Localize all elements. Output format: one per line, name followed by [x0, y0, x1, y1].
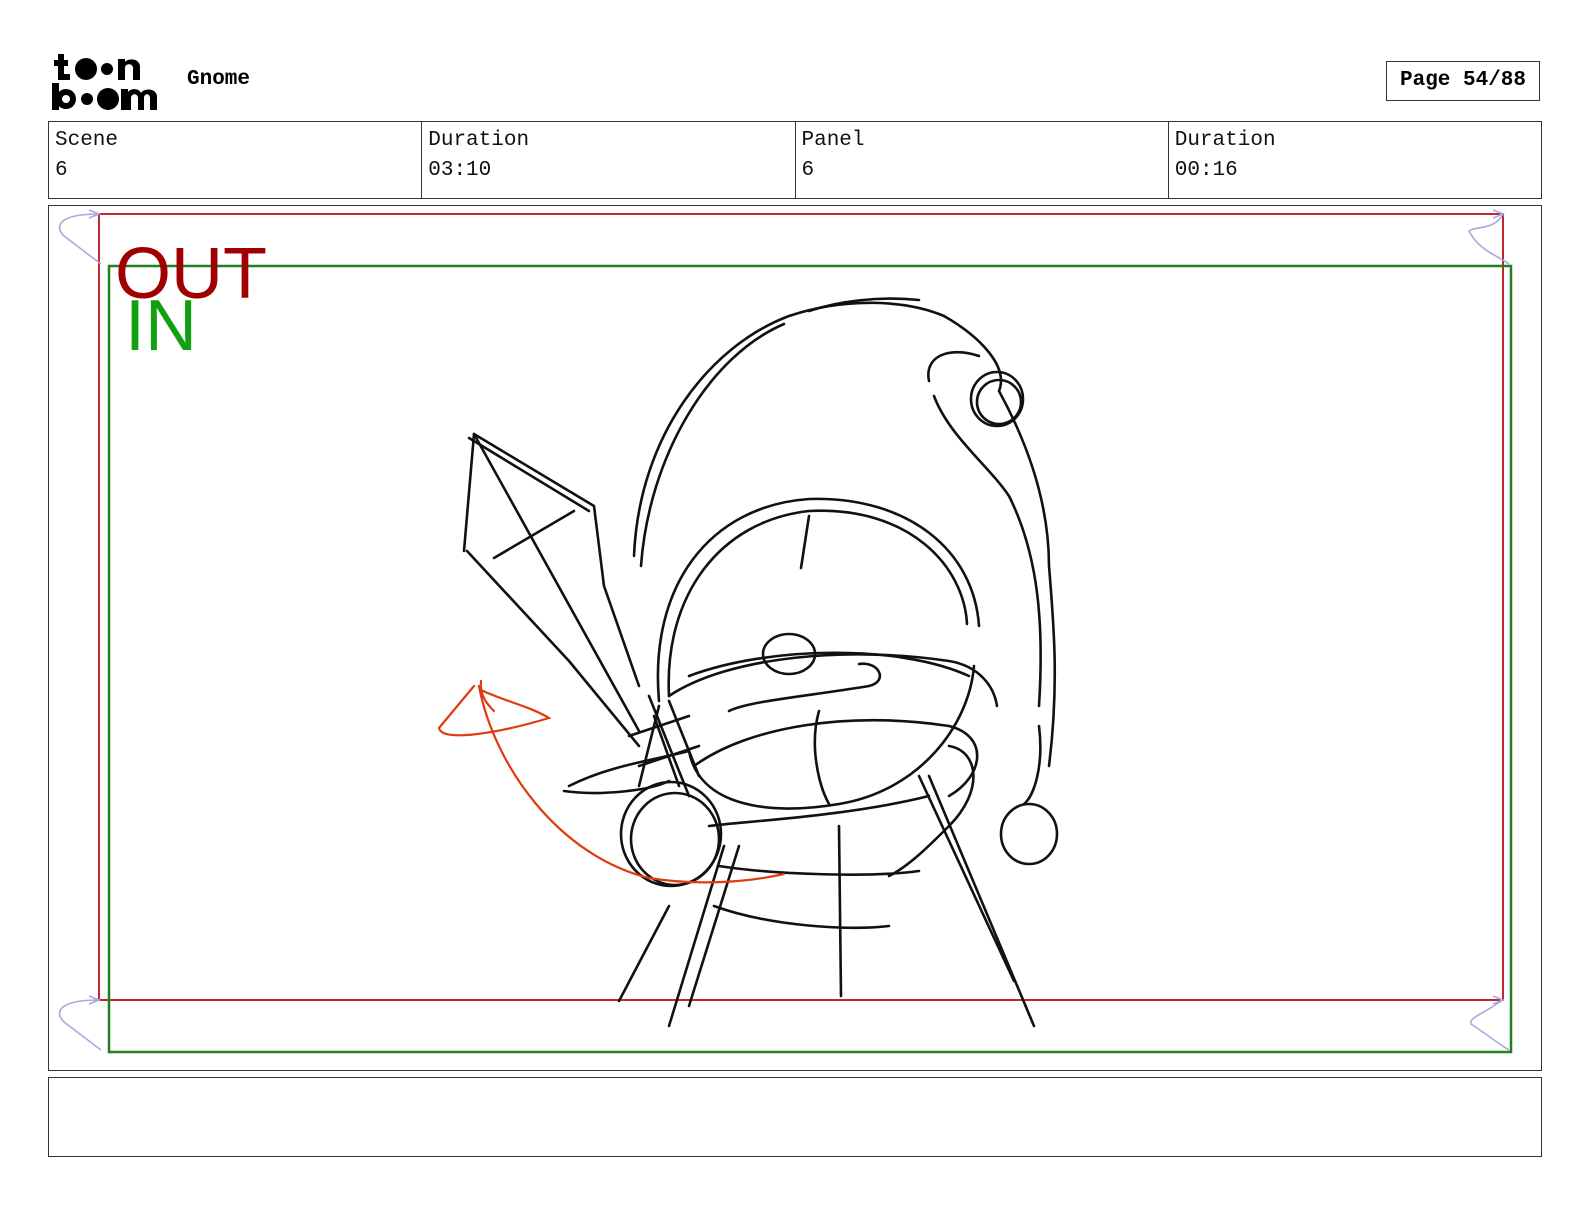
panel-value: 6 — [801, 159, 815, 182]
camera-in-label: IN — [125, 286, 197, 366]
scene-value: 6 — [55, 159, 68, 182]
notes-box — [48, 1077, 1542, 1157]
scene-duration-cell: Duration 03:10 — [421, 122, 794, 198]
scene-cell: Scene 6 — [49, 122, 421, 198]
toonboom-logo — [52, 54, 157, 110]
panel-label: Panel — [801, 129, 865, 152]
scene-label: Scene — [55, 129, 119, 152]
panel-cell: Panel 6 — [794, 122, 1168, 198]
panel-duration-value: 00:16 — [1174, 159, 1238, 182]
scene-duration-value: 03:10 — [428, 159, 492, 182]
panel-duration-label: Duration — [1174, 129, 1276, 152]
panel-info-table: Scene 6 Duration 03:10 Panel 6 Duration … — [48, 121, 1542, 199]
camera-move-guides — [58, 209, 1510, 1051]
gnome-sketch — [462, 297, 1059, 1028]
project-title: Gnome — [187, 68, 251, 91]
panel-artwork — [58, 209, 1513, 1054]
storyboard-panel: OUT IN — [48, 205, 1542, 1071]
camera-in-frame — [107, 264, 1513, 1054]
page-indicator: Page 54/88 — [1386, 61, 1540, 101]
scene-duration-label: Duration — [428, 129, 530, 152]
panel-duration-cell: Duration 00:16 — [1167, 122, 1541, 198]
camera-out-frame — [98, 213, 1504, 1001]
